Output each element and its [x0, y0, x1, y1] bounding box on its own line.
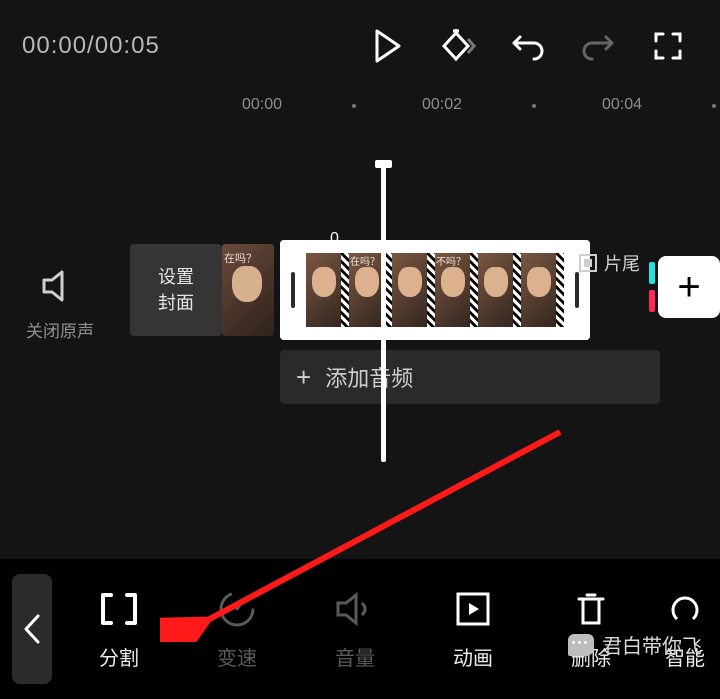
add-audio-label: 添加音频 — [325, 361, 413, 393]
tool-label: 变速 — [217, 642, 257, 671]
cover-thumbnail: 在吗？ — [222, 244, 274, 336]
timecode: 00:00/00:05 — [22, 32, 160, 60]
tool-split[interactable]: 分割 — [60, 588, 178, 671]
ruler-tick — [532, 104, 536, 108]
fullscreen-button[interactable] — [638, 16, 698, 76]
redo-icon — [580, 31, 616, 61]
redo-button[interactable] — [568, 16, 628, 76]
play-icon — [373, 29, 403, 63]
tool-animation[interactable]: 动画 — [414, 588, 532, 671]
selected-clip[interactable]: 在吗？ 不吗？ — [280, 240, 590, 340]
chevron-left-icon — [22, 612, 42, 646]
keyframe-add-icon — [438, 29, 478, 63]
ruler-tick — [352, 104, 356, 108]
ruler-tick — [712, 104, 716, 108]
keyframe-button[interactable] — [428, 16, 488, 76]
play-button[interactable] — [358, 16, 418, 76]
add-clip-button[interactable]: + — [658, 256, 720, 318]
animation-icon — [454, 588, 492, 630]
tool-label: 音量 — [335, 642, 375, 671]
watermark-text: 君白带你飞 — [602, 630, 702, 659]
plus-icon: + — [296, 362, 311, 393]
watermark: 君白带你飞 — [568, 630, 702, 659]
volume-icon — [334, 588, 376, 630]
ruler-mark: 00:02 — [422, 96, 462, 114]
smart-icon — [667, 588, 703, 630]
set-cover-label-2: 封面 — [158, 290, 194, 316]
mute-original-button[interactable]: 关闭原声 — [10, 268, 110, 342]
undo-button[interactable] — [498, 16, 558, 76]
plus-icon: + — [677, 265, 700, 310]
fullscreen-icon — [653, 31, 683, 61]
tool-speed[interactable]: 变速 — [178, 588, 296, 671]
time-ruler[interactable]: 00:00 00:02 00:04 — [0, 92, 720, 122]
clip-left-handle[interactable] — [280, 240, 306, 340]
undo-icon — [510, 31, 546, 61]
bottom-toolbar: 分割 变速 音量 动画 — [0, 559, 720, 699]
ending-label: 片尾 — [604, 250, 640, 276]
playhead[interactable] — [381, 162, 386, 462]
speaker-icon — [10, 268, 110, 309]
tool-label: 分割 — [99, 642, 139, 671]
ending-icon — [578, 253, 598, 273]
set-cover-label-1: 设置 — [158, 264, 194, 290]
timeline-area[interactable]: 关闭原声 设置 封面 在吗？ 0 在吗？ 不吗？ 片尾 — [0, 122, 720, 552]
tool-volume[interactable]: 音量 — [296, 588, 414, 671]
set-cover-button[interactable]: 设置 封面 在吗？ — [130, 244, 222, 336]
ruler-mark: 00:00 — [242, 96, 282, 114]
tool-label: 动画 — [453, 642, 493, 671]
trash-icon — [573, 588, 609, 630]
ruler-mark: 00:04 — [602, 96, 642, 114]
clip-frames: 在吗？ 不吗？ — [306, 253, 564, 327]
speed-icon — [217, 588, 257, 630]
back-button[interactable] — [12, 574, 52, 684]
add-audio-button[interactable]: + 添加音频 — [280, 350, 660, 404]
wechat-icon — [568, 634, 594, 656]
mute-original-label: 关闭原声 — [10, 317, 110, 342]
split-icon — [97, 588, 141, 630]
ending-tag[interactable]: 片尾 — [578, 250, 640, 276]
